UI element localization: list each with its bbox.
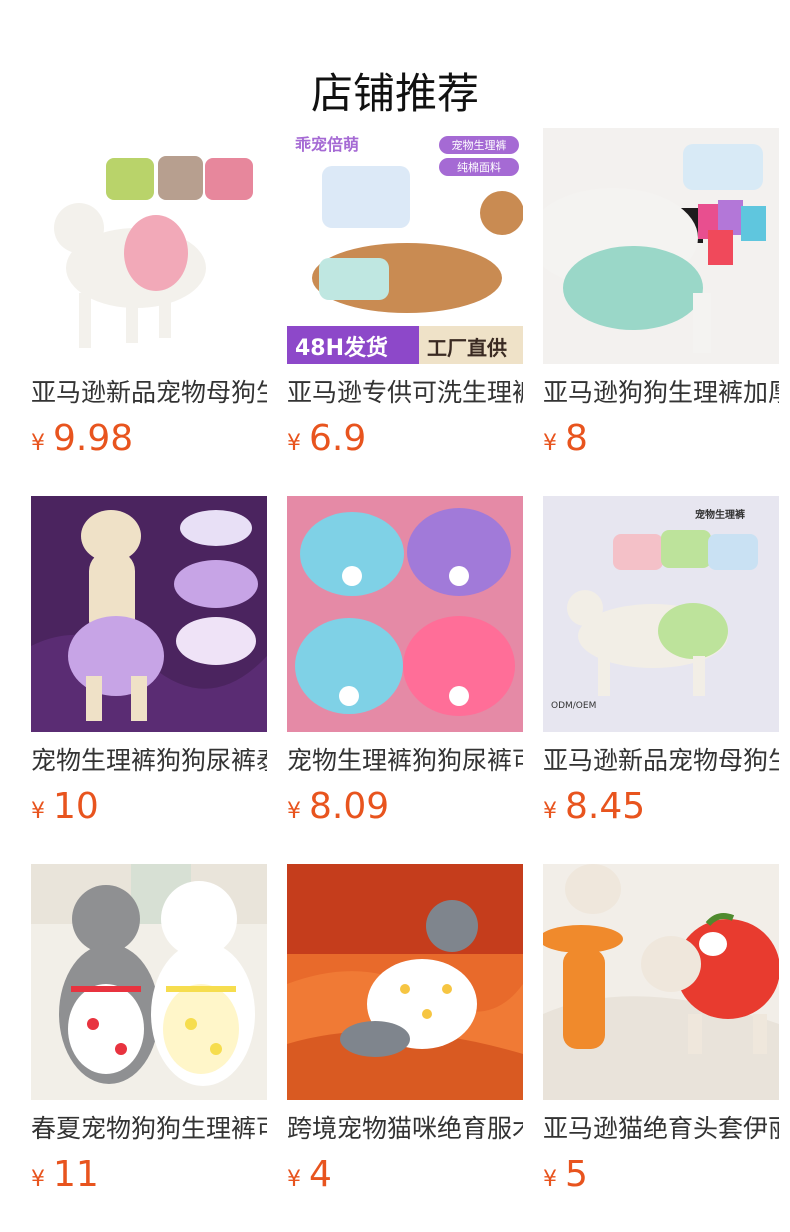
product-card[interactable]: 亚马逊猫绝育头套伊丽莎白 ¥5 [543, 864, 779, 1232]
brand-logo: 乖宠倍萌 [295, 135, 359, 154]
product-image[interactable] [543, 864, 779, 1100]
product-photo [31, 864, 267, 1100]
product-image[interactable] [543, 128, 779, 364]
product-price: ¥11 [31, 1154, 267, 1196]
product-name[interactable]: 跨境宠物猫咪绝育服术后 [287, 1112, 523, 1146]
product-name[interactable]: 亚马逊新品宠物母狗生理裤 [31, 376, 267, 410]
product-image[interactable]: 宠物生理裤 ODM/OEM [543, 496, 779, 732]
price-amount: 9.98 [53, 418, 134, 459]
product-image[interactable] [287, 864, 523, 1100]
price-amount: 11 [53, 1154, 99, 1195]
price-amount: 5 [565, 1154, 588, 1195]
product-photo [287, 864, 523, 1100]
product-card[interactable]: 亚马逊新品宠物母狗生理裤 ¥9.98 [31, 128, 267, 496]
product-price: ¥8.45 [543, 786, 779, 828]
product-photo: 乖宠倍萌 宠物生理裤 纯棉面料 48H发货 工厂直供 [287, 128, 523, 364]
page-title: 店铺推荐 [310, 69, 479, 119]
badge-label: 宠物生理裤 [452, 138, 507, 152]
product-photo: 宠物生理裤 ODM/OEM [543, 496, 779, 732]
product-price: ¥8.09 [287, 786, 523, 828]
product-name[interactable]: 宠物生理裤狗狗尿裤泰迪 [31, 744, 267, 778]
currency-symbol: ¥ [287, 431, 301, 456]
product-card[interactable]: 春夏宠物狗狗生理裤可爱 ¥11 [31, 864, 267, 1232]
currency-symbol: ¥ [31, 431, 45, 456]
product-name[interactable]: 亚马逊狗狗生理裤加厚防漏 [543, 376, 779, 410]
product-name[interactable]: 亚马逊专供可洗生理裤宠物 [287, 376, 523, 410]
product-image[interactable] [31, 128, 267, 364]
product-photo [543, 864, 779, 1100]
product-image[interactable] [31, 864, 267, 1100]
product-image[interactable] [31, 496, 267, 732]
currency-symbol: ¥ [31, 1167, 45, 1192]
currency-symbol: ¥ [31, 799, 45, 824]
product-price: ¥6.9 [287, 418, 523, 460]
product-image[interactable]: 乖宠倍萌 宠物生理裤 纯棉面料 48H发货 工厂直供 [287, 128, 523, 364]
product-card[interactable]: 亚马逊狗狗生理裤加厚防漏 ¥8 [543, 128, 779, 496]
product-price: ¥10 [31, 786, 267, 828]
price-amount: 8.09 [309, 786, 390, 827]
product-price: ¥8 [543, 418, 779, 460]
price-amount: 6.9 [309, 418, 367, 459]
product-card[interactable]: 跨境宠物猫咪绝育服术后 ¥4 [287, 864, 523, 1232]
product-card[interactable]: 宠物生理裤狗狗尿裤泰迪 ¥10 [31, 496, 267, 864]
product-name[interactable]: 亚马逊新品宠物母狗生理裤 [543, 744, 779, 778]
currency-symbol: ¥ [287, 799, 301, 824]
product-name[interactable]: 亚马逊猫绝育头套伊丽莎白 [543, 1112, 779, 1146]
product-photo [287, 496, 523, 732]
product-grid: 亚马逊新品宠物母狗生理裤 ¥9.98 乖宠倍萌 宠物生理裤 纯棉面料 48H发货 [31, 128, 779, 1232]
product-photo [31, 496, 267, 732]
currency-symbol: ¥ [543, 1167, 557, 1192]
price-amount: 4 [309, 1154, 332, 1195]
image-caption: ODM/OEM [551, 701, 596, 711]
product-price: ¥4 [287, 1154, 523, 1196]
product-price: ¥5 [543, 1154, 779, 1196]
currency-symbol: ¥ [543, 431, 557, 456]
badge-label: 纯棉面料 [457, 160, 501, 174]
product-name[interactable]: 春夏宠物狗狗生理裤可爱 [31, 1112, 267, 1146]
banner-left: 48H发货 [295, 335, 388, 361]
product-image[interactable] [287, 496, 523, 732]
banner-right: 工厂直供 [427, 336, 507, 360]
currency-symbol: ¥ [287, 1167, 301, 1192]
price-amount: 10 [53, 786, 99, 827]
product-price: ¥9.98 [31, 418, 267, 460]
product-card[interactable]: 宠物生理裤狗狗尿裤可洗 ¥8.09 [287, 496, 523, 864]
product-card[interactable]: 乖宠倍萌 宠物生理裤 纯棉面料 48H发货 工厂直供 亚马逊专供可洗生理裤宠物 … [287, 128, 523, 496]
price-amount: 8.45 [565, 786, 646, 827]
product-photo [31, 128, 267, 364]
product-name[interactable]: 宠物生理裤狗狗尿裤可洗 [287, 744, 523, 778]
price-amount: 8 [565, 418, 588, 459]
currency-symbol: ¥ [543, 799, 557, 824]
product-card[interactable]: 宠物生理裤 ODM/OEM 亚马逊新品宠物母狗生理裤 ¥8.45 [543, 496, 779, 864]
image-caption: 宠物生理裤 [695, 508, 745, 521]
product-photo [543, 128, 779, 364]
